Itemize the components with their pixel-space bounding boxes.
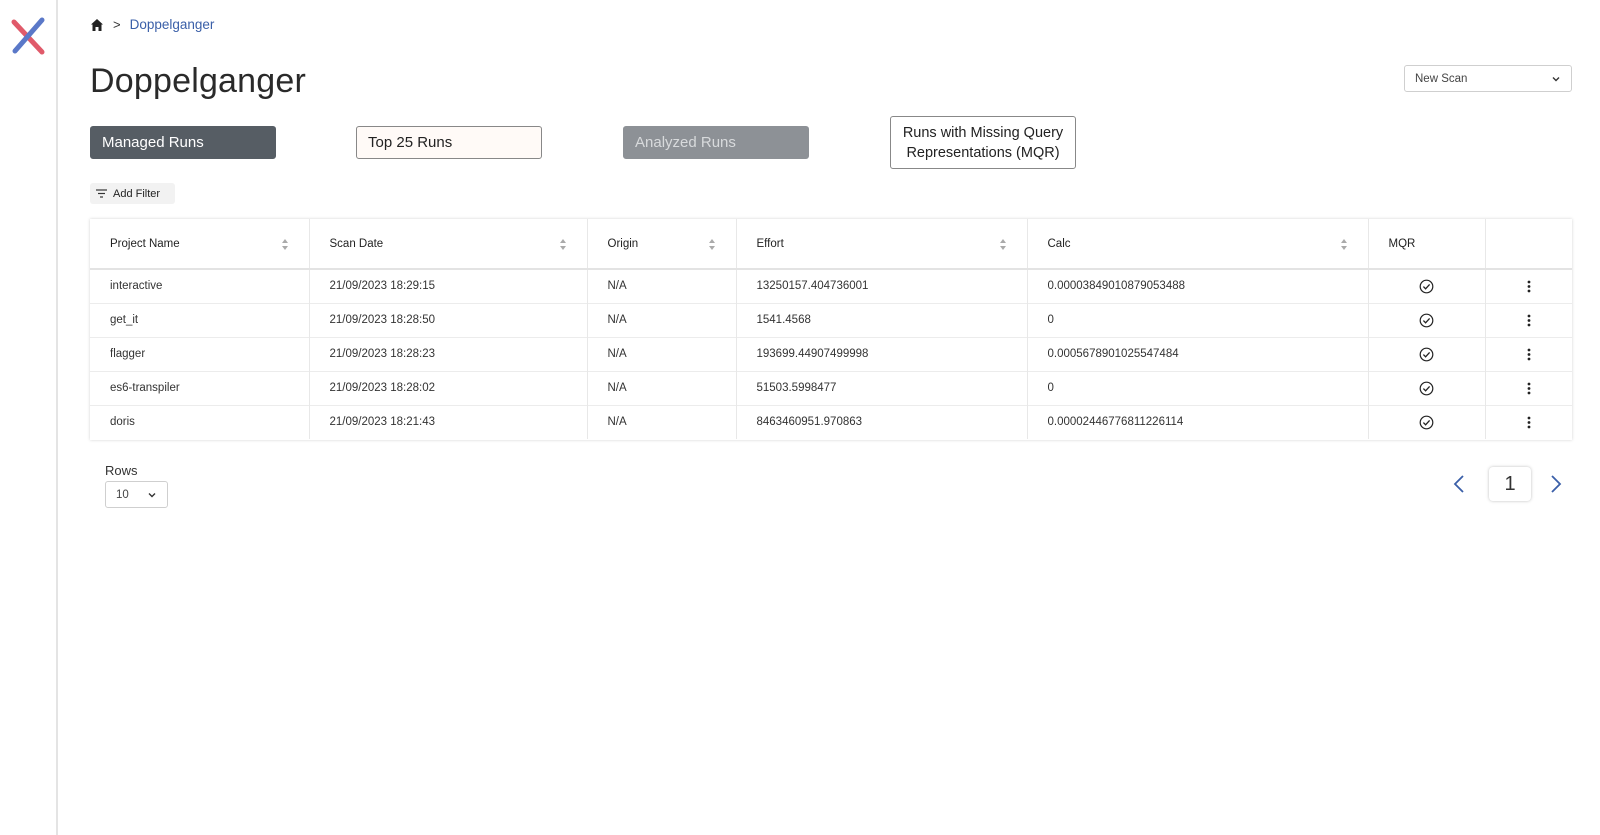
tab-missing-mqr-runs[interactable]: Runs with Missing Query Representations …: [890, 116, 1076, 169]
sort-icon[interactable]: [708, 238, 716, 251]
scan-date-cell: 21/09/2023 18:21:43: [309, 405, 588, 439]
more-options-icon[interactable]: [1527, 280, 1531, 293]
origin-cell: N/A: [587, 337, 737, 371]
effort-cell: 1541.4568: [736, 303, 1028, 337]
breadcrumb: > Doppelganger: [90, 17, 214, 32]
chevron-down-icon: [148, 492, 156, 497]
scan-date-cell: 21/09/2023 18:28:23: [309, 337, 588, 371]
tab-analyzed-runs[interactable]: Analyzed Runs: [623, 126, 809, 159]
more-options-icon[interactable]: [1527, 314, 1531, 327]
column-header-calc[interactable]: Calc: [1027, 219, 1369, 270]
chevron-down-icon: [1552, 76, 1560, 81]
mqr-cell: [1368, 371, 1486, 405]
effort-cell: 51503.5998477: [736, 371, 1028, 405]
new-scan-label: New Scan: [1415, 72, 1468, 85]
breadcrumb-separator: >: [113, 17, 121, 32]
scan-date-cell: 21/09/2023 18:28:50: [309, 303, 588, 337]
calc-cell: 0.00002446776811226114: [1027, 405, 1369, 439]
rows-per-page-value: 10: [116, 488, 129, 501]
check-circle-icon: [1419, 279, 1434, 294]
sort-icon[interactable]: [281, 238, 289, 251]
table-body: interactive 21/09/2023 18:29:15 N/A 1325015…: [90, 269, 1572, 439]
table-row[interactable]: interactive 21/09/2023 18:29:15 N/A 1325015…: [90, 269, 1572, 303]
row-actions-cell: [1485, 371, 1572, 405]
row-actions-cell: [1485, 303, 1572, 337]
check-circle-icon: [1419, 415, 1434, 430]
check-circle-icon: [1419, 313, 1434, 327]
more-options-icon[interactable]: [1527, 348, 1531, 361]
check-circle-icon: [1419, 381, 1434, 395]
column-header-scan-date[interactable]: Scan Date: [309, 219, 588, 270]
table-row[interactable]: get_it 21/09/2023 18:28:50 N/A 1541.4568 0: [90, 303, 1572, 337]
calc-cell: 0.00003849010879053488: [1027, 269, 1369, 303]
column-header-label: Project Name: [110, 237, 180, 250]
origin-cell: N/A: [587, 303, 737, 337]
column-header-origin[interactable]: Origin: [587, 219, 737, 270]
column-header-actions: [1485, 219, 1572, 270]
rows-per-page-label: Rows: [105, 463, 138, 478]
scan-date-cell: 21/09/2023 18:29:15: [309, 269, 588, 303]
project-name-cell: es6-transpiler: [90, 371, 310, 405]
check-circle-icon: [1419, 347, 1434, 361]
page-title: Doppelganger: [90, 62, 307, 100]
calc-cell: 0: [1027, 303, 1369, 337]
previous-page-icon[interactable]: [1452, 474, 1466, 494]
runs-table: Project Name Scan Date Origin Effort Cal…: [90, 219, 1572, 440]
mqr-cell: [1368, 269, 1486, 303]
effort-cell: 13250157.404736001: [736, 269, 1028, 303]
new-scan-select[interactable]: New Scan: [1404, 65, 1572, 92]
tab-managed-runs[interactable]: Managed Runs: [90, 126, 276, 159]
next-page-icon[interactable]: [1549, 474, 1563, 494]
origin-cell: N/A: [587, 371, 737, 405]
mqr-cell: [1368, 405, 1486, 439]
table-row[interactable]: flagger 21/09/2023 18:28:23 N/A 193699.4490…: [90, 337, 1572, 371]
rows-per-page-select[interactable]: 10: [105, 481, 168, 508]
effort-cell: 193699.44907499998: [736, 337, 1028, 371]
app-logo-icon[interactable]: [9, 16, 47, 56]
sort-icon[interactable]: [559, 238, 567, 251]
tab-top-25-runs[interactable]: Top 25 Runs: [356, 126, 542, 159]
column-header-label: Calc: [1047, 237, 1071, 250]
calc-cell: 0: [1027, 371, 1369, 405]
main-content: > Doppelganger Doppelganger New Scan Man…: [90, 0, 1600, 835]
scan-date-cell: 21/09/2023 18:28:02: [309, 371, 588, 405]
project-name-cell: get_it: [90, 303, 310, 337]
row-actions-cell: [1485, 269, 1572, 303]
origin-cell: N/A: [587, 269, 737, 303]
sort-icon[interactable]: [1340, 238, 1348, 251]
table-row[interactable]: es6-transpiler 21/09/2023 18:28:02 N/A 5150…: [90, 371, 1572, 405]
project-name-cell: doris: [90, 405, 310, 439]
row-actions-cell: [1485, 337, 1572, 371]
side-rail: [0, 0, 58, 835]
add-filter-button[interactable]: Add Filter: [90, 183, 175, 204]
effort-cell: 8463460951.970863: [736, 405, 1028, 439]
column-header-project-name[interactable]: Project Name: [90, 219, 310, 270]
more-options-icon[interactable]: [1527, 416, 1531, 429]
table-row[interactable]: doris 21/09/2023 18:21:43 N/A 8463460951.97…: [90, 405, 1572, 439]
current-page-number[interactable]: 1: [1489, 467, 1531, 501]
column-header-effort[interactable]: Effort: [736, 219, 1028, 270]
calc-cell: 0.0005678901025547484: [1027, 337, 1369, 371]
project-name-cell: flagger: [90, 337, 310, 371]
row-actions-cell: [1485, 405, 1572, 439]
column-header-label: Effort: [756, 237, 784, 250]
mqr-cell: [1368, 303, 1486, 337]
add-filter-label: Add Filter: [113, 187, 161, 200]
mqr-cell: [1368, 337, 1486, 371]
column-header-label: Scan Date: [329, 237, 384, 250]
project-name-cell: interactive: [90, 269, 310, 303]
column-header-label: Origin: [607, 237, 639, 250]
table-header-row: Project Name Scan Date Origin Effort Cal…: [90, 219, 1572, 270]
origin-cell: N/A: [587, 405, 737, 439]
sort-icon[interactable]: [999, 238, 1007, 251]
more-options-icon[interactable]: [1527, 382, 1531, 395]
column-header-mqr: MQR: [1368, 219, 1486, 270]
home-icon[interactable]: [90, 18, 104, 32]
filter-icon: [96, 189, 107, 198]
breadcrumb-current-link[interactable]: Doppelganger: [130, 17, 215, 32]
